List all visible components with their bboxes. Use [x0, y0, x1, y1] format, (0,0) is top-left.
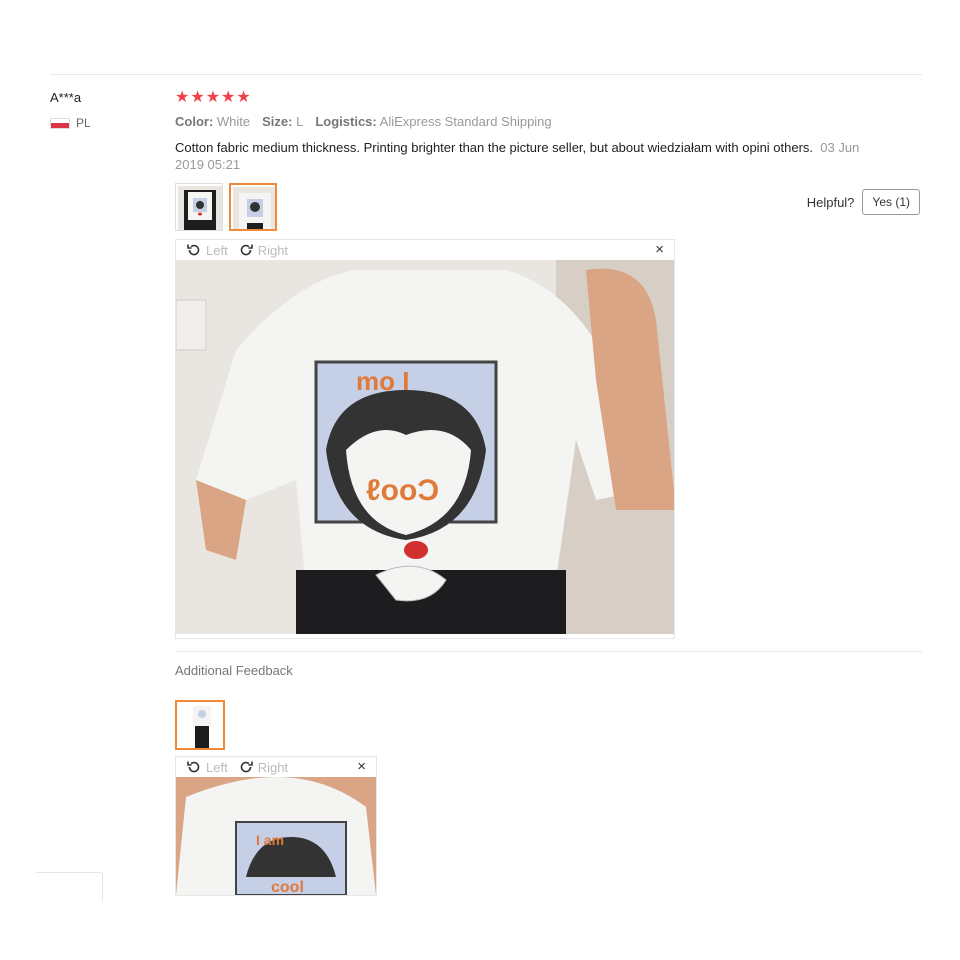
attr-logistics-value: AliExpress Standard Shipping: [379, 114, 552, 129]
rotate-right-label: Right: [257, 759, 289, 775]
helpful-yes-button[interactable]: Yes (1): [862, 189, 920, 215]
svg-text:I am: I am: [256, 832, 284, 848]
review-text: Cotton fabric medium thickness. Printing…: [175, 139, 887, 173]
attr-logistics-label: Logistics:: [315, 114, 377, 129]
additional-photo-viewer: Left Right × I am cool: [175, 756, 377, 896]
star-icon: ★: [236, 89, 251, 106]
star-icon: ★: [175, 89, 190, 106]
star-icon: ★: [221, 89, 236, 106]
reviewer-country: PL: [50, 116, 91, 130]
photo-thumb-2[interactable]: [229, 183, 277, 231]
review-photo-thumbs: [175, 183, 277, 231]
rotate-left-button[interactable]: Left: [186, 242, 228, 258]
top-divider: [50, 74, 922, 75]
country-code: PL: [76, 116, 91, 130]
svg-text:cool: cool: [271, 879, 304, 895]
rotate-right-icon: [240, 244, 253, 256]
close-icon[interactable]: ×: [357, 758, 366, 775]
rotate-left-label: Left: [206, 242, 228, 258]
svg-text:ℓooƆ: ℓooƆ: [366, 474, 439, 507]
star-icon: ★: [190, 89, 205, 106]
review-photo-large: mo I ℓooƆ: [176, 260, 674, 634]
photo-viewer: Left Right × mo I ℓooƆ: [175, 239, 675, 639]
attr-logistics: Logistics: AliExpress Standard Shipping: [315, 114, 551, 129]
attr-size-label: Size:: [262, 114, 293, 129]
attr-color-label: Color:: [175, 114, 214, 129]
active-thumb-caret: [195, 749, 207, 750]
rotate-right-icon: [240, 761, 253, 773]
rotate-right-button[interactable]: Right: [238, 759, 288, 775]
active-thumb-caret: [248, 230, 260, 231]
additional-photo-large: I am cool: [176, 777, 376, 895]
rotate-left-button[interactable]: Left: [186, 759, 228, 775]
rating-stars: ★ ★ ★ ★ ★: [175, 89, 251, 107]
flag-pl-icon: [50, 117, 70, 129]
attr-size: Size: L: [262, 114, 303, 129]
viewer-toolbar: Left Right ×: [176, 757, 376, 777]
floating-side-tab[interactable]: [36, 872, 103, 901]
rotate-left-icon: [187, 244, 200, 256]
section-divider: [175, 651, 922, 652]
photo-thumb-image: [178, 186, 222, 230]
additional-feedback-title: Additional Feedback: [175, 663, 293, 678]
photo-thumb-image: [233, 187, 275, 229]
attr-color-value: White: [216, 114, 251, 129]
review-body: Cotton fabric medium thickness. Printing…: [175, 140, 814, 155]
rotate-left-icon: [187, 761, 200, 773]
photo-thumb-1[interactable]: [175, 183, 223, 231]
viewer-toolbar: Left Right ×: [176, 240, 674, 260]
attr-color: Color: White: [175, 114, 250, 129]
svg-text:mo I: mo I: [356, 366, 409, 396]
star-icon: ★: [205, 89, 221, 106]
reviewer-name: A***a: [50, 90, 82, 105]
helpful-section: Helpful? Yes (1): [807, 189, 920, 215]
rotate-right-label: Right: [257, 242, 289, 258]
close-icon[interactable]: ×: [655, 241, 664, 258]
additional-photo-thumb[interactable]: [175, 700, 225, 750]
attr-size-value: L: [296, 114, 304, 129]
rotate-right-button[interactable]: Right: [238, 242, 288, 258]
order-attributes: Color: White Size: L Logistics: AliExpre…: [175, 114, 552, 129]
additional-thumb-image: [179, 704, 223, 748]
helpful-label: Helpful?: [806, 194, 855, 210]
rotate-left-label: Left: [206, 759, 228, 775]
